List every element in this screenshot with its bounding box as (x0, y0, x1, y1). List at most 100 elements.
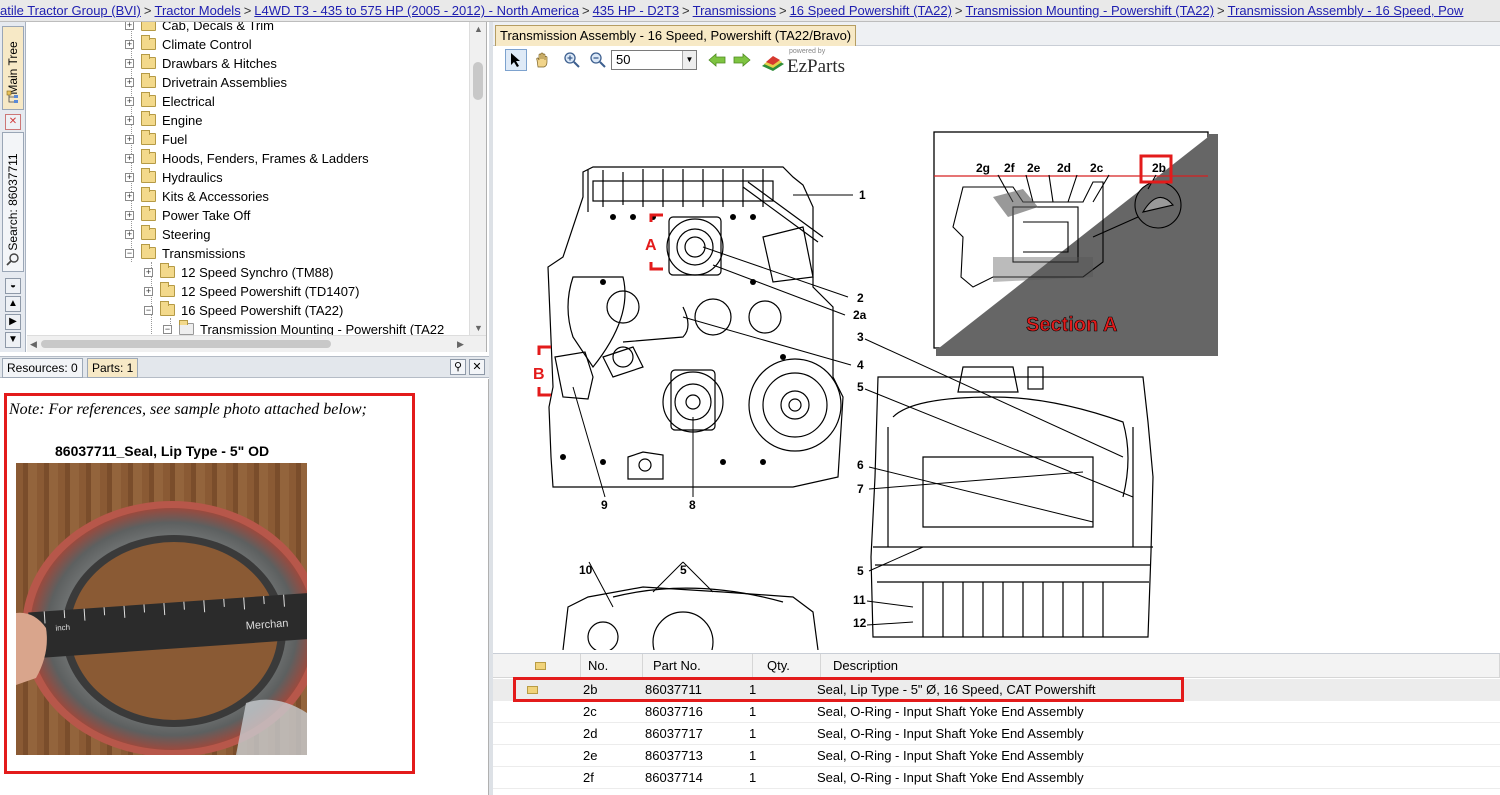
table-row[interactable]: 2d 86037717 1 Seal, O-Ring - Input Shaft… (493, 723, 1500, 745)
folder-icon (141, 244, 156, 259)
breadcrumb-separator: > (778, 3, 787, 18)
pan-hand-icon[interactable] (531, 49, 553, 71)
expand-icon[interactable]: + (125, 78, 134, 87)
table-row[interactable]: 2e 86037713 1 Seal, O-Ring - Input Shaft… (493, 745, 1500, 767)
breadcrumb-link[interactable]: atile Tractor Group (BVI) (0, 3, 141, 18)
expand-icon[interactable]: + (125, 211, 134, 220)
scroll-right-icon[interactable]: ▶ (5, 314, 21, 330)
folder-icon (141, 225, 156, 240)
callout-label: 6 (857, 458, 864, 472)
table-row[interactable]: 2c 86037716 1 Seal, O-Ring - Input Shaft… (493, 701, 1500, 723)
expand-icon[interactable]: + (125, 97, 134, 106)
breadcrumb-link[interactable]: Transmissions (693, 3, 776, 18)
pointer-tool-icon[interactable] (505, 49, 527, 71)
close-search-icon[interactable]: ✕ (5, 114, 21, 130)
column-header-icon[interactable] (493, 654, 581, 678)
expand-icon[interactable]: + (125, 230, 134, 239)
column-header-description[interactable]: Description (821, 654, 1500, 678)
expand-icon[interactable]: + (125, 22, 134, 30)
zoom-value: 50 (616, 52, 631, 67)
tree-icon (6, 90, 20, 104)
scroll-up-icon[interactable]: ▲ (5, 296, 21, 312)
breadcrumb-link[interactable]: Tractor Models (154, 3, 240, 18)
zoom-select[interactable]: 50 ▼ (611, 50, 697, 70)
tree-item-label: Power Take Off (162, 208, 251, 223)
tree-horizontal-scrollbar[interactable]: ◀ ▶ (27, 335, 486, 352)
breadcrumb-link[interactable]: Transmission Mounting - Powershift (TA22… (966, 3, 1215, 18)
ezparts-powered-by: powered by (789, 48, 826, 55)
tab-resources[interactable]: Resources: 0 (2, 358, 83, 378)
row-part-no: 86037717 (645, 726, 703, 741)
expand-icon[interactable]: + (125, 173, 134, 182)
tree-item-label: 12 Speed Powershift (TD1407) (181, 284, 360, 299)
photo-caption: 86037711_Seal, Lip Type - 5" OD (55, 443, 270, 459)
search-icon (6, 252, 20, 266)
scroll-down-icon[interactable]: ▼ (5, 332, 21, 348)
folder-icon (160, 263, 175, 278)
breadcrumb-link[interactable]: 16 Speed Powershift (TA22) (790, 3, 952, 18)
chevron-down-icon[interactable]: ▼ (682, 51, 696, 69)
tree-item-label: Hoods, Fenders, Frames & Ladders (162, 151, 369, 166)
folder-icon (160, 282, 175, 297)
table-row[interactable]: 2f 86037714 1 Seal, O-Ring - Input Shaft… (493, 767, 1500, 789)
breadcrumb-link[interactable]: Transmission Assembly - 16 Speed, Pow (1228, 3, 1464, 18)
breadcrumb-separator: > (581, 3, 590, 18)
callout-label: 5 (857, 564, 864, 578)
breadcrumb-link[interactable]: L4WD T3 - 435 to 575 HP (2005 - 2012) - … (254, 3, 579, 18)
row-qty: 1 (749, 748, 757, 763)
tree-item-label: Kits & Accessories (162, 189, 269, 204)
scrollbar-thumb[interactable] (41, 340, 331, 348)
folder-icon (141, 130, 156, 145)
exploded-diagram[interactable]: 2g 2f 2e 2d 2c 2b Section A 1 2 2a 3 4 5… (493, 77, 1500, 650)
breadcrumb: atile Tractor Group (BVI) > Tractor Models… (0, 0, 1500, 22)
row-description: Seal, O-Ring - Input Shaft Yoke End Asse… (817, 704, 1084, 719)
section-label: 2d (1057, 161, 1071, 175)
callout-label: 2 (857, 291, 864, 305)
breadcrumb-separator: > (243, 3, 252, 18)
expand-icon[interactable]: + (125, 135, 134, 144)
expand-icon[interactable]: ◒ (5, 278, 21, 294)
expand-icon[interactable]: + (144, 287, 153, 296)
tree-vertical-scrollbar[interactable]: ▲ ▼ (469, 22, 486, 335)
ezparts-logo-icon (762, 56, 784, 71)
tree-item-label: Climate Control (162, 37, 252, 52)
ezparts-brand: EzParts (787, 56, 846, 77)
expand-icon[interactable]: + (125, 59, 134, 68)
collapse-icon[interactable]: − (125, 249, 134, 258)
callout-label: 12 (853, 616, 867, 630)
panel-tab-bar: Resources: 0 Parts: 1 ⚲ ✕ (0, 356, 489, 378)
column-header-no[interactable]: No. (581, 654, 643, 678)
callout-label: 3 (857, 330, 864, 344)
tree-item-label: Electrical (162, 94, 215, 109)
row-description: Seal, O-Ring - Input Shaft Yoke End Asse… (817, 748, 1084, 763)
previous-arrow-icon[interactable] (706, 49, 728, 71)
tab-main-tree-label: Main Tree (6, 41, 20, 95)
collapse-icon[interactable]: − (144, 306, 153, 315)
expand-icon[interactable]: + (125, 192, 134, 201)
folder-icon (141, 111, 156, 126)
row-part-no: 86037716 (645, 704, 703, 719)
scrollbar-thumb[interactable] (473, 62, 483, 100)
zoom-in-icon[interactable] (561, 49, 583, 71)
collapse-icon[interactable]: − (163, 325, 172, 334)
folder-icon (141, 187, 156, 202)
column-header-part-no[interactable]: Part No. (643, 654, 753, 678)
zoom-out-icon[interactable] (587, 49, 609, 71)
close-icon[interactable]: ✕ (469, 359, 485, 375)
folder-icon (141, 206, 156, 221)
tab-parts[interactable]: Parts: 1 (87, 358, 139, 378)
tab-document[interactable]: Transmission Assembly - 16 Speed, Powers… (495, 25, 857, 46)
next-arrow-icon[interactable] (731, 49, 753, 71)
expand-icon[interactable]: + (125, 116, 134, 125)
pin-icon[interactable]: ⚲ (450, 359, 466, 375)
breadcrumb-link[interactable]: 435 HP - D2T3 (593, 3, 679, 18)
expand-icon[interactable]: + (125, 154, 134, 163)
expand-icon[interactable]: + (144, 268, 153, 277)
folder-icon (141, 92, 156, 107)
column-header-qty[interactable]: Qty. (753, 654, 821, 678)
expand-icon[interactable]: + (125, 40, 134, 49)
tab-search[interactable]: Search: 86037711 (2, 132, 24, 272)
row-no: 2f (583, 770, 594, 785)
row-no: 2c (583, 704, 597, 719)
section-label: 2b (1152, 161, 1166, 175)
